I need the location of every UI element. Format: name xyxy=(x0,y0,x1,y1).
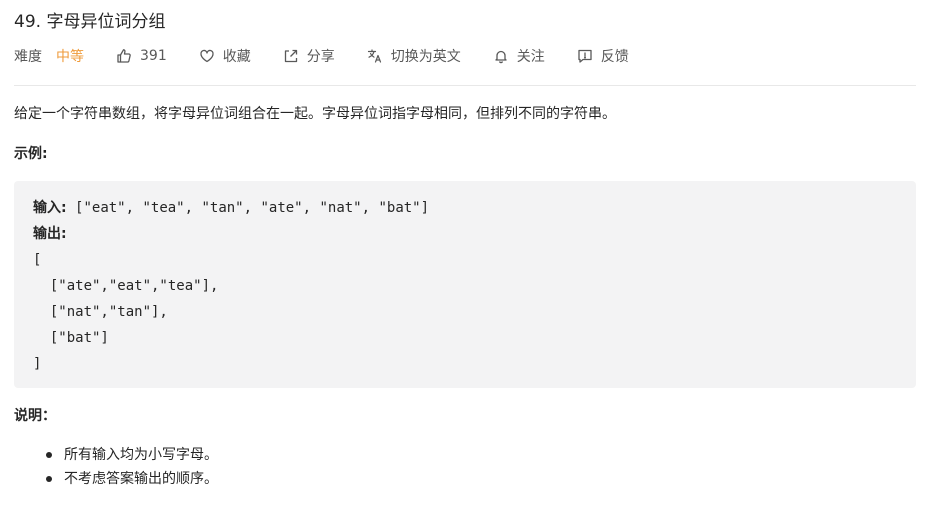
example-input-line: 输入: ["eat", "tea", "tan", "ate", "nat", … xyxy=(33,195,429,221)
input-value: ["eat", "tea", "tan", "ate", "nat", "bat… xyxy=(66,200,430,216)
favorite-label: 收藏 xyxy=(222,49,251,65)
heart-icon xyxy=(199,48,215,64)
problem-description: 给定一个字符串数组，将字母异位词组合在一起。字母异位词指字母相同，但排列不同的字… xyxy=(14,106,616,122)
example-output-label-line: 输出: xyxy=(33,221,429,247)
notes-list: 所有输入均为小写字母。 不考虑答案输出的顺序。 xyxy=(46,443,218,491)
example-heading: 示例: xyxy=(14,146,48,162)
output-label: 输出: xyxy=(33,226,67,242)
list-item: 所有输入均为小写字母。 xyxy=(46,443,218,467)
input-label: 输入: xyxy=(33,200,67,216)
output-line: ["bat"] xyxy=(33,330,109,346)
example-code-block: 输入: ["eat", "tea", "tan", "ate", "nat", … xyxy=(14,181,916,388)
problem-meta-bar: 难度 中等 391 收藏 分享 切换为英文 关注 反馈 xyxy=(14,45,916,67)
thumbs-up-icon xyxy=(116,48,132,64)
share-icon xyxy=(283,48,299,64)
header-divider xyxy=(14,85,916,86)
switch-language-button[interactable]: 切换为英文 xyxy=(367,46,461,66)
feedback-label: 反馈 xyxy=(600,49,629,65)
favorite-button[interactable]: 收藏 xyxy=(199,46,251,66)
difficulty-label: 难度 xyxy=(14,49,42,65)
share-label: 分享 xyxy=(306,49,335,65)
bell-icon xyxy=(493,48,509,64)
problem-title: 49. 字母异位词分组 xyxy=(14,12,166,32)
share-button[interactable]: 分享 xyxy=(283,46,335,66)
example-code: 输入: ["eat", "tea", "tan", "ate", "nat", … xyxy=(33,195,429,377)
output-line: ["nat","tan"], xyxy=(33,304,168,320)
translate-icon xyxy=(367,48,383,64)
follow-label: 关注 xyxy=(516,49,545,65)
like-count: 391 xyxy=(140,48,167,64)
difficulty-badge: 中等 xyxy=(56,49,84,65)
feedback-button[interactable]: 反馈 xyxy=(577,46,629,66)
output-line: [ xyxy=(33,252,42,268)
output-line: ] xyxy=(33,356,42,372)
switch-language-label: 切换为英文 xyxy=(390,49,461,65)
list-item: 不考虑答案输出的顺序。 xyxy=(46,467,218,491)
notes-heading: 说明： xyxy=(14,408,56,424)
like-button[interactable]: 391 xyxy=(116,48,167,64)
follow-button[interactable]: 关注 xyxy=(493,46,545,66)
output-line: ["ate","eat","tea"], xyxy=(33,278,219,294)
difficulty: 难度 中等 xyxy=(14,46,84,66)
feedback-icon xyxy=(577,48,593,64)
